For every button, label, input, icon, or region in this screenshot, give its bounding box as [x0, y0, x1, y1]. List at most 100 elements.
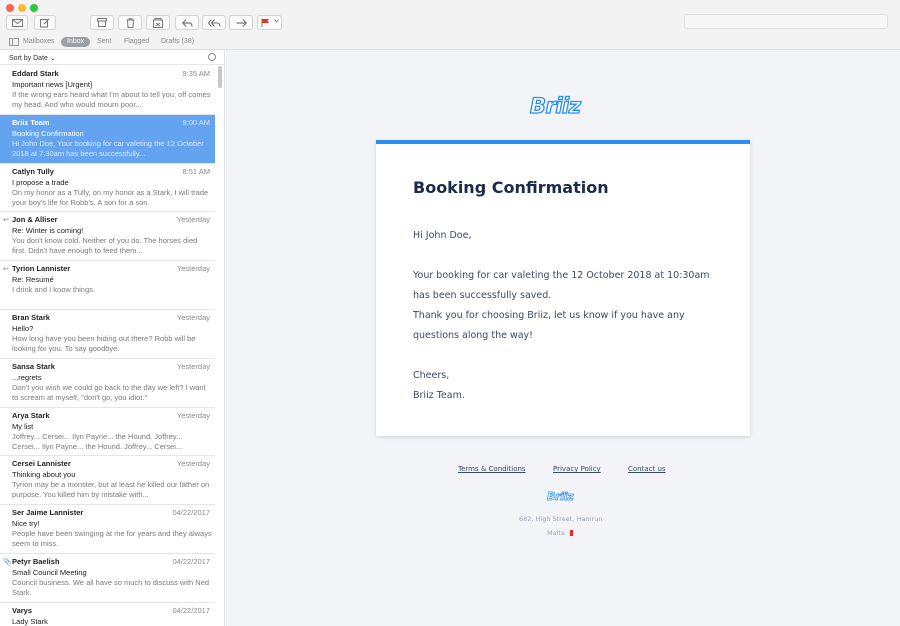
privacy-policy-link[interactable]: Privacy Policy [553, 465, 601, 473]
minimize-window-button[interactable] [18, 4, 26, 12]
junk-button[interactable] [146, 15, 170, 30]
sort-bar: Sort by Date ⌄ [0, 50, 225, 65]
message-subject: Lady Stark [12, 616, 48, 626]
message-preview: People have been swinging at me for year… [12, 529, 212, 549]
favorite-inbox[interactable]: Inbox [61, 37, 91, 47]
message-list-item[interactable]: Bran Stark Yesterday Hello? How long have y… [0, 310, 215, 359]
message-preview: Tyrion may be a monster, but at least he… [12, 480, 210, 500]
email-body-line-1: Your booking for car valeting the 12 Oct… [413, 270, 710, 281]
message-view: Briiz Booking Confirmation Hi John Doe, … [226, 50, 900, 626]
message-time: 04/22/2017 [172, 508, 210, 518]
message-list-item[interactable]: Eddard Stark 9:35 AM Important news [Urgen… [0, 66, 215, 115]
message-status-icon: ↩ [3, 266, 9, 274]
favorites-bar: Mailboxes Inbox Sent Flagged Drafts (38) [0, 34, 900, 50]
message-list-item[interactable]: Varys04/22/2017Lady StarkEveryone's well… [0, 603, 215, 626]
message-subject: Re: Resumé [12, 275, 54, 285]
footer-address-line-2: Malta [547, 529, 573, 537]
contact-us-link[interactable]: Contact us [628, 465, 666, 473]
archive-button[interactable] [90, 15, 114, 30]
message-list-item[interactable]: Arya Stark Yesterday My list Joffrey... Cer… [0, 408, 215, 457]
message-subject: Important news [Urgent] [12, 80, 93, 89]
message-status-icon: 📎 [3, 558, 12, 566]
compose-button[interactable] [34, 15, 56, 30]
email-title: Booking Confirmation [413, 178, 609, 197]
message-list-item[interactable]: 📎 Petyr Baelish 04/22/2017 Small Council Me… [0, 554, 215, 603]
edit-icon [40, 18, 50, 28]
search-input[interactable] [684, 14, 888, 29]
message-subject: Re: Winter is coming! [12, 226, 84, 236]
favorite-mailboxes[interactable]: Mailboxes [23, 37, 55, 47]
forward-button[interactable] [229, 15, 253, 30]
message-subject: Hello? [12, 323, 34, 333]
message-subject: I propose a trade [12, 177, 69, 187]
scrollbar[interactable] [218, 66, 222, 88]
terms-link[interactable]: Terms & Conditions [458, 465, 526, 473]
message-list-pane: Sort by Date ⌄ Eddard Stark 9:35 AM Import… [0, 50, 225, 626]
message-sender: Cersei Lannister [12, 459, 71, 469]
reply-icon [181, 18, 193, 27]
message-list: Eddard Stark 9:35 AM Important news [Urgen… [0, 66, 215, 626]
close-window-button[interactable] [6, 4, 14, 12]
message-sender: Sansa Stark [12, 361, 55, 371]
message-preview: How long have you been hiding out there?… [12, 333, 196, 353]
favorite-drafts[interactable]: Drafts (38) [161, 37, 194, 47]
message-preview: Hi John Doe, Your booking for car valeti… [12, 138, 204, 158]
message-time: Yesterday [176, 361, 210, 371]
message-time: 8:51 AM [182, 166, 210, 176]
reply-all-button[interactable] [202, 15, 226, 30]
message-sender: Arya Stark [12, 410, 50, 420]
message-subject: Small Council Meeting [12, 567, 87, 577]
email-body-line-4: questions along the way! [413, 330, 533, 341]
get-mail-button[interactable] [6, 15, 28, 30]
filter-icon[interactable] [208, 53, 216, 61]
mail-window: Mailboxes Inbox Sent Flagged Drafts (38)… [0, 0, 900, 626]
email-card: Booking Confirmation Hi John Doe, Your b… [376, 140, 750, 436]
message-list-item[interactable]: ↩ Tyrion Lannister Yesterday Re: Resumé I dr… [0, 261, 215, 310]
footer-address-line-1: 682, High Street, Hamrun [519, 515, 603, 523]
flag-button[interactable] [257, 15, 282, 30]
message-preview: Don't you wish we could go back to the d… [12, 382, 206, 402]
malta-flag-icon [566, 530, 573, 536]
junk-icon [153, 17, 163, 28]
archive-icon [97, 18, 107, 27]
favorite-sent[interactable]: Sent [97, 37, 111, 47]
message-sender: Eddard Stark [12, 69, 59, 78]
message-sender: Catlyn Tully [12, 166, 54, 176]
message-sender: Bran Stark [12, 312, 50, 322]
message-time: Yesterday [176, 264, 210, 274]
message-sender: Varys [12, 605, 33, 615]
message-sender: Ser Jaime Lannister [12, 508, 84, 518]
favorite-flagged[interactable]: Flagged [124, 37, 149, 47]
chevron-down-icon [274, 19, 279, 23]
message-subject: Thinking about you [12, 470, 76, 480]
message-list-item[interactable]: Cersei Lannister Yesterday Thinking about … [0, 456, 215, 506]
message-preview: Council business. We all have so much to… [12, 577, 210, 597]
message-status-icon: ↩ [3, 217, 9, 225]
trash-icon [126, 17, 135, 28]
message-time: Yesterday [176, 459, 210, 469]
email-signoff: Cheers, [413, 370, 450, 381]
message-list-item[interactable]: ↩ Jon & Alliser Yesterday Re: Winter is com… [0, 212, 215, 262]
message-list-item[interactable]: Briiz Team 9:00 AM Booking Confirmation Hi … [0, 114, 215, 164]
delete-button[interactable] [118, 15, 142, 30]
message-sender: Jon & Alliser [12, 215, 58, 225]
footer-country: Malta [547, 529, 565, 537]
sort-label: Sort by Date [9, 55, 48, 62]
message-preview: I drink and I know things. [12, 285, 95, 295]
email-greeting: Hi John Doe, [413, 230, 472, 241]
message-time: 04/22/2017 [172, 605, 210, 615]
message-sender: Briiz Team [12, 117, 50, 127]
message-time: 04/22/2017 [172, 556, 210, 566]
sort-by-date-dropdown[interactable]: Sort by Date ⌄ [9, 54, 56, 62]
message-list-item[interactable]: Sansa Stark Yesterday ...regrets Don't you … [0, 359, 215, 408]
footer-briiz-logo: Briiz [547, 490, 574, 504]
chevron-down-icon: ⌄ [49, 55, 56, 62]
sidebar-toggle-icon[interactable] [9, 38, 19, 48]
reply-button[interactable] [175, 15, 199, 30]
message-list-item[interactable]: Catlyn Tully 8:51 AM I propose a trade On m… [0, 164, 215, 213]
email-signature: Briiz Team. [413, 390, 465, 401]
briiz-logo: Briiz [529, 93, 581, 118]
zoom-window-button[interactable] [30, 4, 38, 12]
compose-icon [11, 18, 23, 27]
message-list-item[interactable]: Ser Jaime Lannister 04/22/2017 Nice try! Pe… [0, 505, 215, 554]
